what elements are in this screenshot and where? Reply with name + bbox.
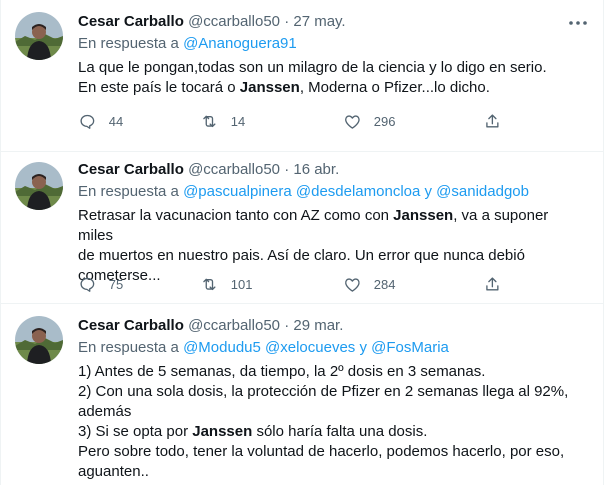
reply-mentions[interactable]: @pascualpinera @desdelamoncloa y @sanida… [183,183,529,200]
share-button[interactable] [483,111,502,131]
reply-prefix: En respuesta a [78,183,179,200]
retweet-icon [203,115,216,127]
tweet[interactable]: Cesar Carballo @ccarballo50 · 27 may. En… [1,0,603,152]
reply-context: En respuesta a @Modudu5 @xelocueves y @F… [78,338,583,358]
tweet-text-line: 1) Antes de 5 semanas, da tiempo, la 2º … [78,363,486,380]
author-handle[interactable]: @ccarballo50 [188,317,280,334]
tweet-text-line: Retrasar la vacunacion tanto con AZ como… [78,207,549,244]
tweet-date[interactable]: 16 abr. [293,161,339,178]
reply-count: 75 [108,276,124,292]
reply-mentions[interactable]: @Ananoguera91 [183,35,297,52]
tweet-actions: 75 101 284 [78,274,518,294]
share-button[interactable] [483,274,502,294]
tweet-text-line: Pero sobre todo, tener la voluntad de ha… [78,443,565,460]
heart-icon [345,278,360,292]
reply-prefix: En respuesta a [78,339,179,356]
tweet-text-line: además [78,403,132,420]
separator-dot: · [284,161,290,178]
reply-context: En respuesta a @pascualpinera @desdelamo… [78,182,583,202]
tweet-text-line: La que le pongan,todas son un milagro de… [78,59,547,76]
avatar[interactable] [15,162,63,210]
reply-button[interactable]: 75 [78,274,123,294]
tweet-text: La que le pongan,todas son un milagro de… [78,58,583,98]
like-button[interactable]: 296 [343,111,395,131]
tweet-date[interactable]: 29 mar. [293,317,343,334]
avatar[interactable] [15,12,63,60]
reply-prefix: En respuesta a [78,35,179,52]
retweet-count: 101 [230,276,253,292]
author-name[interactable]: Cesar Carballo [78,161,184,178]
share-icon [486,277,499,291]
comment-icon [80,114,95,129]
tweet-text-line: 2) Con una sola dosis, la protección de … [78,383,569,400]
tweet-text-line: de muertos en nuestro pais. Así de claro… [78,247,525,264]
tweet-actions: 44 14 296 [78,111,518,131]
reply-mentions[interactable]: @Modudu5 @xelocueves y @FosMaria [183,339,449,356]
highlight-term: Janssen [393,207,454,224]
like-count: 284 [373,276,396,292]
tweet-header: Cesar Carballo @ccarballo50 · 29 mar. [78,316,583,336]
comment-icon [80,277,95,292]
tweet[interactable]: Cesar Carballo @ccarballo50 · 29 mar. En… [1,304,603,485]
reply-count: 44 [108,113,124,129]
separator-dot: · [284,317,290,334]
tweet[interactable]: Cesar Carballo @ccarballo50 · 16 abr. En… [1,152,603,304]
share-icon [486,114,499,128]
avatar[interactable] [15,316,63,364]
more-icon[interactable] [567,12,589,34]
highlight-term: Janssen [192,423,253,440]
author-handle[interactable]: @ccarballo50 [188,13,280,30]
tweet-text-line: 3) Si se opta por Janssen sólo haría fal… [78,423,428,440]
reply-button[interactable]: 44 [78,111,123,131]
tweet-date[interactable]: 27 may. [293,13,345,30]
like-count: 296 [373,113,396,129]
heart-icon [345,115,360,129]
tweet-text-line: En este país le tocará o Janssen, Modern… [78,79,490,96]
retweet-icon [203,278,216,290]
retweet-button[interactable]: 14 [200,111,245,131]
tweet-text: 1) Antes de 5 semanas, da tiempo, la 2º … [78,362,583,482]
reply-context: En respuesta a @Ananoguera91 [78,34,583,54]
tweet-feed: Cesar Carballo @ccarballo50 · 27 may. En… [0,0,604,485]
author-name[interactable]: Cesar Carballo [78,13,184,30]
tweet-header: Cesar Carballo @ccarballo50 · 27 may. [78,12,583,32]
author-handle[interactable]: @ccarballo50 [188,161,280,178]
tweet-text-line: aguanten.. [78,463,149,480]
author-name[interactable]: Cesar Carballo [78,317,184,334]
separator-dot: · [284,13,290,30]
retweet-button[interactable]: 101 [200,274,252,294]
highlight-term: Janssen [239,79,300,96]
tweet-header: Cesar Carballo @ccarballo50 · 16 abr. [78,160,583,180]
retweet-count: 14 [230,113,246,129]
like-button[interactable]: 284 [343,274,395,294]
